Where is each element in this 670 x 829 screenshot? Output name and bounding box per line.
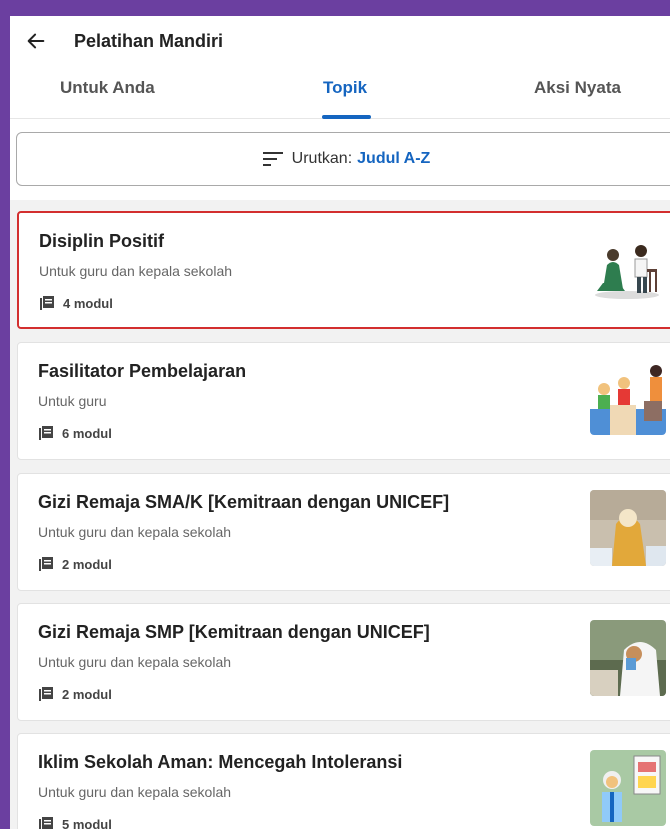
app-screen: Pelatihan Mandiri Untuk Anda Topik Aksi … — [10, 16, 670, 829]
course-title: Fasilitator Pembelajaran — [38, 361, 247, 381]
module-count-text: 2 modul — [62, 686, 112, 702]
course-card-disiplin-positif[interactable]: Disiplin Positif Untuk guru dan kepala s… — [17, 211, 670, 329]
tab-topik[interactable]: Topik — [323, 78, 367, 98]
course-title: Disiplin Positif — [39, 231, 165, 251]
module-count-text: 2 modul — [62, 556, 112, 572]
course-card-gizi-remaja-sma[interactable]: Gizi Remaja SMA/K [Kemitraan dengan UNIC… — [17, 473, 670, 591]
course-thumbnail — [590, 750, 666, 826]
book-icon — [40, 296, 54, 310]
module-count: 2 modul — [38, 556, 112, 572]
course-audience: Untuk guru dan kepala sekolah — [38, 784, 232, 800]
tab-aksi-nyata[interactable]: Aksi Nyata — [534, 78, 621, 98]
course-title: Gizi Remaja SMP [Kemitraan dengan UNICEF… — [38, 622, 430, 642]
book-icon — [39, 557, 53, 571]
sort-button[interactable]: Urutkan: Judul A-Z — [16, 132, 670, 186]
sort-label: Urutkan: — [291, 150, 353, 167]
module-count-text: 4 modul — [63, 295, 113, 311]
tab-bar: Untuk Anda Topik Aksi Nyata — [10, 66, 670, 119]
module-count: 4 modul — [39, 295, 113, 311]
back-button[interactable] — [24, 29, 48, 53]
page-title: Pelatihan Mandiri — [74, 30, 224, 51]
course-audience: Untuk guru dan kepala sekolah — [38, 654, 232, 670]
course-card-iklim-sekolah-aman[interactable]: Iklim Sekolah Aman: Mencegah Intoleransi… — [17, 733, 670, 829]
course-thumbnail — [590, 359, 666, 435]
module-count-text: 6 modul — [62, 425, 112, 441]
book-icon — [39, 426, 53, 440]
course-title: Iklim Sekolah Aman: Mencegah Intoleransi — [38, 752, 403, 772]
sort-icon — [262, 152, 283, 166]
module-count: 5 modul — [38, 816, 112, 829]
course-card-fasilitator-pembelajaran[interactable]: Fasilitator Pembelajaran Untuk guru 6 mo… — [17, 342, 670, 460]
book-icon — [39, 817, 53, 829]
tab-untuk-anda[interactable]: Untuk Anda — [60, 78, 155, 98]
app-bar: Pelatihan Mandiri — [10, 16, 670, 66]
course-audience: Untuk guru — [38, 393, 107, 409]
course-card-gizi-remaja-smp[interactable]: Gizi Remaja SMP [Kemitraan dengan UNICEF… — [17, 603, 670, 721]
module-count-text: 5 modul — [62, 816, 112, 829]
sort-value: Judul A-Z — [357, 150, 431, 167]
book-icon — [39, 687, 53, 701]
course-audience: Untuk guru dan kepala sekolah — [38, 524, 232, 540]
course-thumbnail — [590, 620, 666, 696]
course-title: Gizi Remaja SMA/K [Kemitraan dengan UNIC… — [38, 492, 450, 512]
module-count: 2 modul — [38, 686, 112, 702]
course-thumbnail — [589, 229, 665, 305]
active-tab-indicator — [322, 115, 371, 119]
course-audience: Untuk guru dan kepala sekolah — [39, 263, 233, 279]
course-thumbnail — [590, 490, 666, 566]
arrow-left-icon — [27, 33, 45, 49]
module-count: 6 modul — [38, 425, 112, 441]
